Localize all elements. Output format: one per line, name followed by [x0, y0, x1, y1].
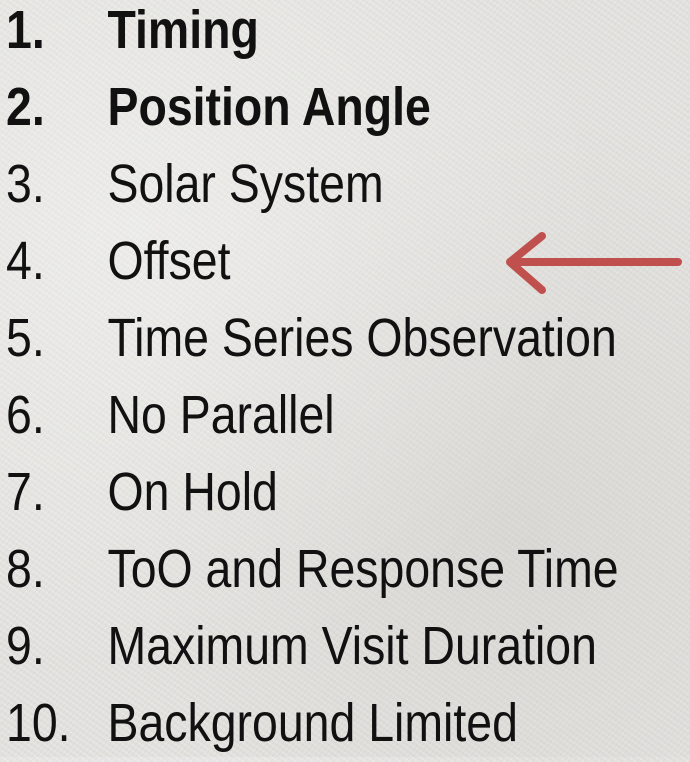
list-number: 7. [6, 462, 45, 522]
list-number: 9. [6, 616, 45, 676]
list-item: 6. No Parallel [6, 377, 619, 454]
list-text: No Parallel [107, 385, 335, 445]
list-text: Position Angle [107, 77, 431, 137]
list-text: Timing [107, 0, 259, 60]
list-number: 5. [6, 308, 45, 368]
list-item: 5. Time Series Observation [6, 300, 619, 377]
list-item: 8. ToO and Response Time [6, 531, 619, 608]
list-text: Time Series Observation [107, 308, 617, 368]
list-number: 3. [6, 154, 45, 214]
list-text: On Hold [107, 462, 278, 522]
list-text: Offset [107, 231, 231, 291]
left-arrow-icon [506, 232, 682, 294]
list-number: 6. [6, 385, 45, 445]
list-text: Background Limited [107, 693, 518, 753]
list-number: 2. [6, 77, 45, 137]
list-item: 1. Timing [6, 0, 619, 69]
list-text: Maximum Visit Duration [107, 616, 597, 676]
list-item: 2. Position Angle [6, 69, 619, 146]
list-text: Solar System [107, 154, 384, 214]
list-item: 3. Solar System [6, 146, 619, 223]
list-number: 4. [6, 231, 45, 291]
list-item: 7. On Hold [6, 454, 619, 531]
list-item: 10. Background Limited [6, 685, 619, 762]
list-item: 9. Maximum Visit Duration [6, 608, 619, 685]
list-number: 8. [6, 539, 45, 599]
list-number: 10. [6, 693, 71, 753]
requirements-list: 1. Timing 2. Position Angle 3. Solar Sys… [6, 0, 690, 762]
list-number: 1. [6, 0, 45, 60]
list-text: ToO and Response Time [107, 539, 619, 599]
